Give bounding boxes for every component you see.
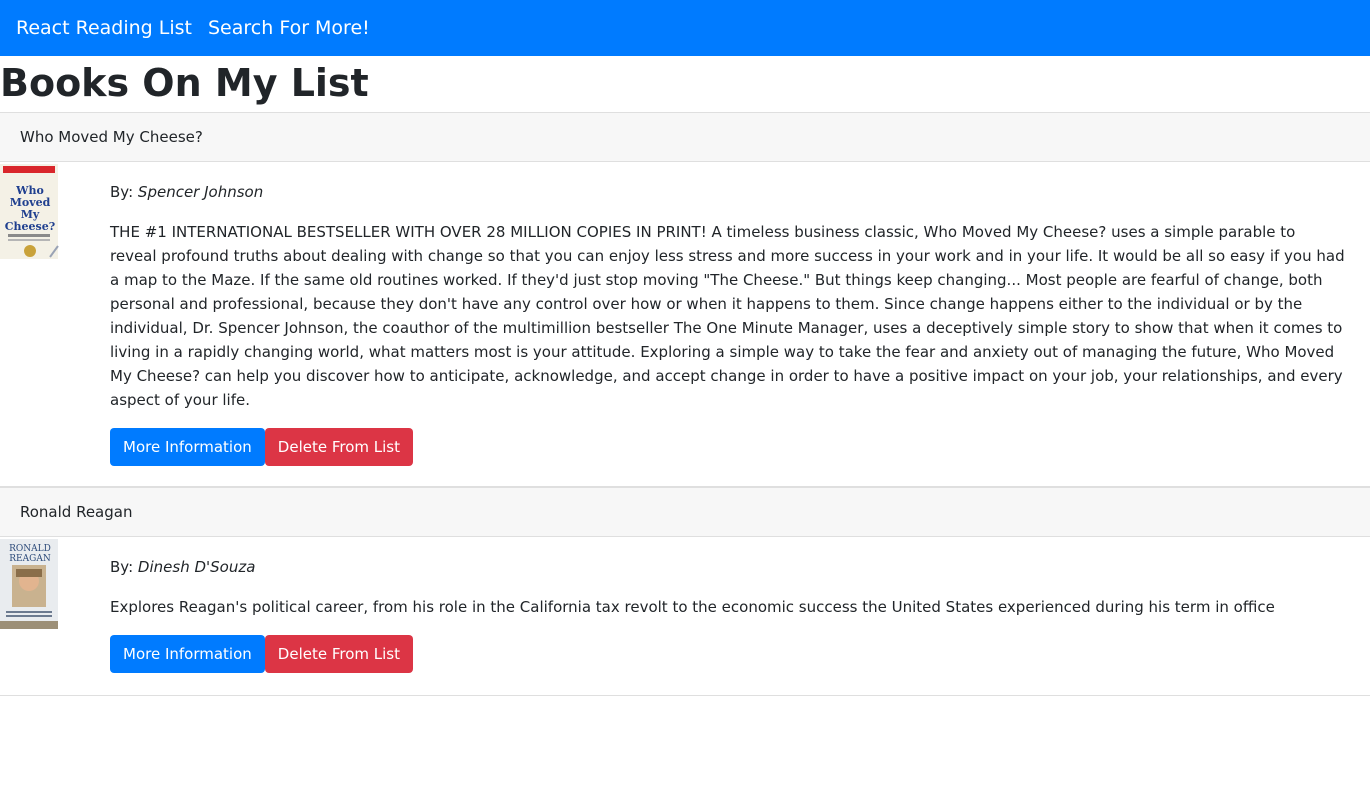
book-title: Who Moved My Cheese? (0, 113, 1370, 162)
book-actions: More Information Delete From List (110, 635, 1346, 673)
top-navbar: React Reading List Search For More! (0, 0, 1370, 56)
delete-from-list-button[interactable]: Delete From List (264, 428, 414, 466)
book-body: Who Moved My Cheese? By: Spencer Johnson… (0, 162, 1370, 486)
book-cover-image: RONALD REAGAN (0, 539, 60, 632)
book-description: Explores Reagan's political career, from… (110, 598, 1275, 616)
more-information-button[interactable]: More Information (110, 635, 265, 673)
book-description: THE #1 INTERNATIONAL BESTSELLER WITH OVE… (110, 223, 1345, 409)
book-author-line: By: Dinesh D'Souza (110, 555, 1346, 579)
book-cover-image: Who Moved My Cheese? (0, 164, 60, 259)
page-title: Books On My List (0, 61, 369, 105)
author-label: By: (110, 558, 134, 576)
navbar-brand-link[interactable]: React Reading List (16, 17, 192, 39)
delete-from-list-button[interactable]: Delete From List (264, 635, 414, 673)
more-information-button[interactable]: More Information (110, 428, 265, 466)
book-card: Who Moved My Cheese? Who Moved My Cheese… (0, 112, 1370, 487)
cover-text-line: REAGAN (9, 554, 51, 564)
book-actions: More Information Delete From List (110, 428, 1346, 466)
cover-text-line: Cheese? (5, 220, 55, 233)
cover-text-line: RONALD (9, 544, 51, 554)
book-author: Spencer Johnson (137, 183, 264, 201)
book-author: Dinesh D'Souza (137, 558, 256, 576)
search-link[interactable]: Search For More! (208, 17, 370, 39)
book-body: RONALD REAGAN By: Dinesh D'Souza Explore… (0, 537, 1370, 695)
book-author-line: By: Spencer Johnson (110, 180, 1346, 204)
book-title: Ronald Reagan (0, 488, 1370, 537)
book-card: Ronald Reagan RONALD REAGAN By: Dinesh D… (0, 487, 1370, 696)
author-label: By: (110, 183, 134, 201)
